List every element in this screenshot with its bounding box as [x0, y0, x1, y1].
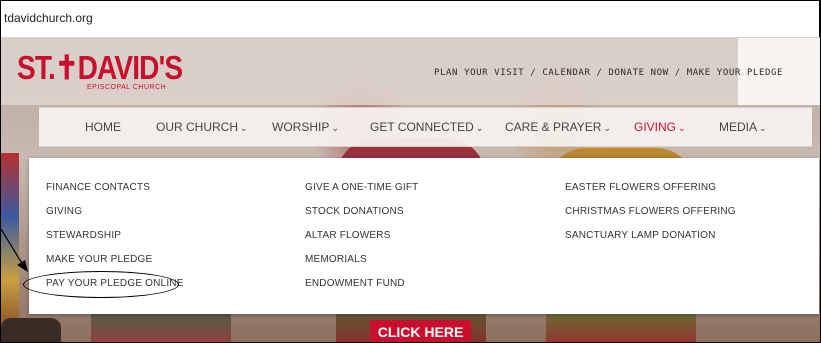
menu-item-make-your-pledge[interactable]: MAKE YOUR PLEDGE	[46, 254, 152, 265]
menu-item-stewardship[interactable]: STEWARDSHIP	[46, 230, 121, 241]
arrow-annotation-icon	[1, 228, 28, 272]
logo-text: ST.✝DAVID'S	[17, 49, 183, 86]
main-nav: HOME OUR CHURCH ⌄ WORSHIP ⌄ GET CONNECTED ⌄…	[39, 107, 812, 147]
nav-label: GET CONNECTED	[370, 120, 474, 134]
menu-item-easter-flowers[interactable]: EASTER FLOWERS OFFERING	[565, 182, 716, 193]
separator: /	[530, 68, 537, 78]
chevron-down-icon: ⌄	[603, 123, 612, 133]
separator: /	[674, 68, 681, 78]
chevron-down-icon: ⌄	[678, 123, 686, 133]
nav-label: GIVING	[634, 120, 677, 134]
menu-item-sanctuary-lamp[interactable]: SANCTUARY LAMP DONATION	[565, 230, 716, 241]
menu-item-memorials[interactable]: MEMORIALS	[305, 254, 367, 265]
highlight-oval-annotation	[23, 271, 179, 298]
menu-item-stock-donations[interactable]: STOCK DONATIONS	[305, 206, 404, 217]
screenshot-frame: tdavidchurch.org ST.✝DAVID'S EPISCOPAL C…	[0, 0, 821, 343]
nav-item-care-prayer[interactable]: CARE & PRAYER ⌄	[505, 120, 611, 134]
nav-item-worship[interactable]: WORSHIP ⌄	[272, 120, 339, 134]
site-logo[interactable]: ST.✝DAVID'S EPISCOPAL CHURCH	[17, 49, 211, 91]
nav-item-media[interactable]: MEDIA ⌄	[719, 120, 767, 134]
nav-item-giving[interactable]: GIVING ⌄	[634, 120, 686, 134]
nav-label: WORSHIP	[272, 120, 330, 134]
separator: /	[596, 68, 603, 78]
menu-item-altar-flowers[interactable]: ALTAR FLOWERS	[305, 230, 391, 241]
top-link-calendar[interactable]: CALENDAR	[542, 68, 590, 78]
top-link-plan-visit[interactable]: PLAN YOUR VISIT	[434, 68, 524, 78]
address-bar[interactable]: tdavidchurch.org	[1, 1, 820, 38]
menu-item-giving[interactable]: GIVING	[46, 206, 82, 217]
top-link-donate-now[interactable]: DONATE NOW	[609, 68, 669, 78]
nav-item-home[interactable]: HOME	[85, 120, 121, 134]
logo-subtitle: EPISCOPAL CHURCH	[87, 84, 167, 91]
chevron-down-icon: ⌄	[759, 123, 767, 133]
nav-label: MEDIA	[719, 120, 758, 134]
window-edge	[819, 1, 820, 37]
menu-item-christmas-flowers[interactable]: CHRISTMAS FLOWERS OFFERING	[565, 206, 736, 217]
chevron-down-icon: ⌄	[240, 123, 248, 133]
top-link-make-pledge[interactable]: MAKE YOUR PLEDGE	[687, 68, 783, 78]
nav-label: HOME	[85, 120, 121, 134]
url-text[interactable]: tdavidchurch.org	[4, 11, 93, 25]
top-links: PLAN YOUR VISIT / CALENDAR / DONATE NOW / MAKE…	[434, 68, 783, 78]
nav-label: CARE & PRAYER	[505, 120, 602, 134]
click-here-button[interactable]: CLICK HERE	[370, 320, 471, 342]
nav-item-get-connected[interactable]: GET CONNECTED ⌄	[370, 120, 483, 134]
chevron-down-icon: ⌄	[331, 123, 339, 133]
congregation-photo	[1, 318, 61, 342]
chevron-down-icon: ⌄	[475, 123, 484, 133]
nav-item-our-church[interactable]: OUR CHURCH ⌄	[156, 120, 248, 134]
menu-item-endowment-fund[interactable]: ENDOWMENT FUND	[305, 278, 405, 289]
nav-label: OUR CHURCH	[156, 120, 238, 134]
menu-item-one-time-gift[interactable]: GIVE A ONE-TIME GIFT	[305, 182, 418, 193]
menu-item-finance-contacts[interactable]: FINANCE CONTACTS	[46, 182, 150, 193]
